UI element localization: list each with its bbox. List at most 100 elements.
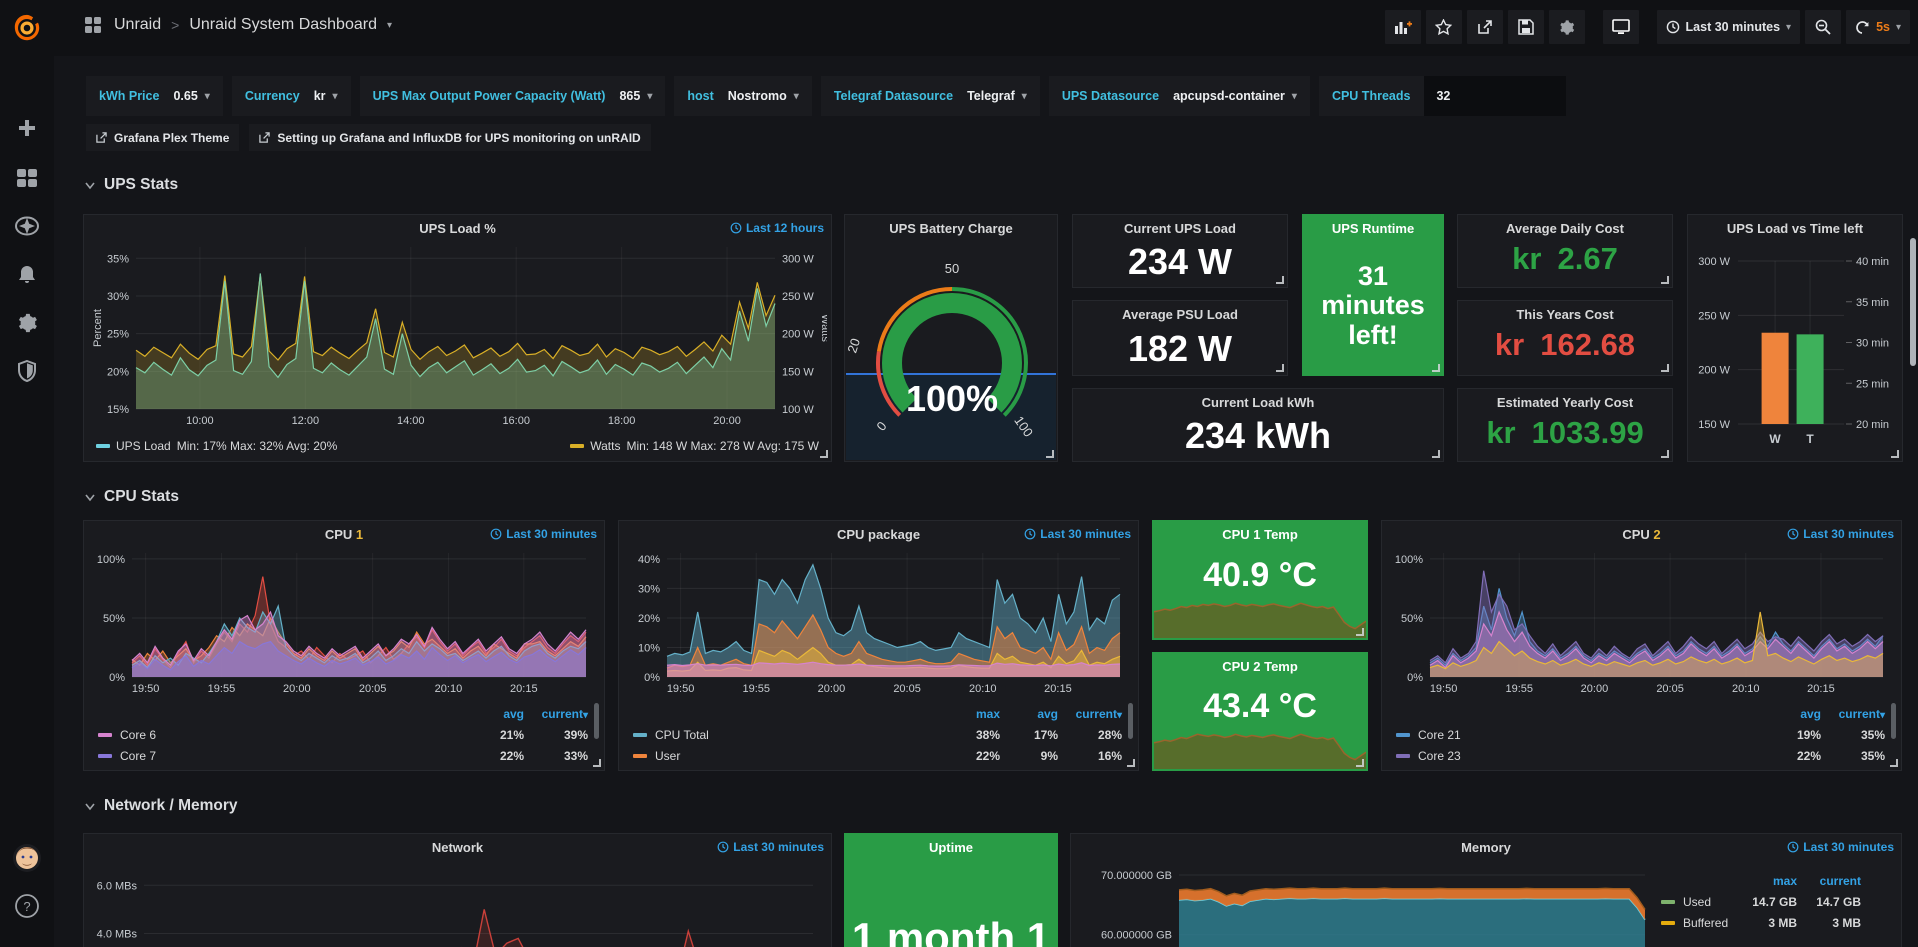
panel-time-override[interactable]: Last 12 hours [730,221,824,235]
legend-col-current[interactable]: current▾ [1821,707,1885,721]
panel-title[interactable]: CPU 1 Temp [1153,527,1367,542]
panel-title[interactable]: UPS Runtime [1303,221,1443,236]
explore-icon[interactable] [0,208,54,244]
server-admin-icon[interactable] [0,353,54,389]
legend-scrollbar[interactable] [1891,703,1896,739]
var-currency[interactable]: Currency kr▾ [232,76,351,116]
panel-title[interactable]: Average PSU Load [1073,307,1287,322]
cycle-view-button[interactable] [1603,10,1639,44]
battery-gauge[interactable]: 02050100100% [845,243,1059,438]
legend-col-max[interactable]: max [1733,874,1797,888]
section-cpu-stats[interactable]: CPU Stats [84,488,179,506]
stat-value: kr162.68 [1458,327,1672,371]
panel-time-override[interactable]: Last 30 minutes [1024,527,1131,541]
dashboards-icon[interactable] [0,160,54,196]
panel-time-override[interactable]: Last 30 minutes [717,840,824,854]
cpu1-chart[interactable]: 19:5019:5520:0020:0520:1020:15100%50%0% [88,545,600,697]
var-label: Telegraf Datasource [834,89,953,103]
user-avatar[interactable] [0,840,54,876]
title-caret-icon[interactable]: ▾ [387,20,392,31]
svg-text:50: 50 [945,261,959,276]
panel-title[interactable]: Average Daily Cost [1458,221,1672,236]
page-scrollbar[interactable] [1910,238,1916,366]
legend-swatch[interactable] [1396,733,1410,737]
cpu-package-chart[interactable]: 19:5019:5520:0020:0520:1020:1540%30%20%1… [623,545,1134,697]
legend-col-current[interactable]: current▾ [1058,707,1122,721]
var-host[interactable]: host Nostromo▾ [674,76,811,116]
panel-title[interactable]: UPS Battery Charge [845,221,1057,236]
link-ups-monitoring-guide[interactable]: Setting up Grafana and InfluxDB for UPS … [249,124,650,151]
time-range-picker[interactable]: Last 30 minutes ▾ [1657,10,1801,44]
legend-swatch[interactable] [1661,900,1675,904]
legend-scrollbar[interactable] [594,703,599,739]
link-grafana-plex-theme[interactable]: Grafana Plex Theme [86,124,239,151]
legend-col-avg[interactable]: avg [1763,707,1821,721]
cpu-threads-input[interactable]: 32 [1424,76,1566,116]
legend-series-name[interactable]: Watts [590,439,620,453]
ups-load-time-bars[interactable]: 300 W250 W200 W150 W40 min35 min30 min25… [1688,241,1902,461]
page-title[interactable]: Unraid System Dashboard [189,16,377,34]
dashboard-settings-button[interactable] [1549,10,1585,44]
svg-text:20%: 20% [107,366,129,378]
zoom-out-button[interactable] [1805,10,1841,44]
panel-time-override[interactable]: Last 30 minutes [490,527,597,541]
svg-text:150 W: 150 W [782,366,814,378]
external-link-icon [96,132,107,143]
legend-col-max[interactable]: max [942,707,1000,721]
panel-title[interactable]: UPS Load vs Time left [1688,221,1902,236]
memory-chart[interactable]: 70.000000 GB60.000000 GB50.000000 GB [1075,858,1655,947]
share-button[interactable] [1467,10,1503,44]
help-icon[interactable]: ? [0,888,54,924]
legend-series-name[interactable]: UPS Load [116,439,171,453]
panel-legend: maxcurrent Used14.7 GB14.7 GB Buffered3 … [1661,870,1861,933]
legend-col-avg[interactable]: avg [466,707,524,721]
legend-swatch[interactable] [570,444,584,448]
refresh-button[interactable]: 5s ▾ [1846,10,1910,44]
panel-time-override[interactable]: Last 30 minutes [1787,527,1894,541]
grafana-logo[interactable] [0,8,54,48]
svg-text:250 W: 250 W [1698,310,1730,322]
legend-swatch[interactable] [1661,921,1675,925]
legend-scrollbar[interactable] [1128,703,1133,739]
cpu2-chart[interactable]: 19:5019:5520:0020:0520:1020:15100%50%0% [1386,545,1897,697]
var-ups-datasource[interactable]: UPS Datasource apcupsd-container▾ [1049,76,1310,116]
svg-text:200 W: 200 W [782,329,814,341]
panel-title[interactable]: Current UPS Load [1073,221,1287,236]
var-kwh-price[interactable]: kWh Price 0.65▾ [86,76,223,116]
legend-col-current[interactable]: current [1797,874,1861,888]
alerting-icon[interactable] [0,257,54,293]
section-ups-stats[interactable]: UPS Stats [84,176,178,194]
save-button[interactable] [1508,10,1544,44]
dashboard-toolbar: Last 30 minutes ▾ 5s ▾ [1385,10,1910,44]
var-telegraf-datasource[interactable]: Telegraf Datasource Telegraf▾ [821,76,1040,116]
var-ups-max-power[interactable]: UPS Max Output Power Capacity (Watt) 865… [360,76,666,116]
legend-swatch[interactable] [633,754,647,758]
panel-title[interactable]: Uptime [845,840,1057,855]
panel-title[interactable]: Memory [1071,840,1901,855]
panel-title[interactable]: This Years Cost [1458,307,1672,322]
legend-swatch[interactable] [633,733,647,737]
add-panel-button[interactable] [1385,10,1421,44]
panel-title[interactable]: UPS Load % [84,221,831,236]
panel-title[interactable]: CPU 2 Temp [1153,659,1367,674]
dashboard-grid-icon[interactable] [82,14,104,36]
legend-swatch[interactable] [1396,754,1410,758]
star-button[interactable] [1426,10,1462,44]
panel-title[interactable]: Estimated Yearly Cost [1458,395,1672,410]
panel-title[interactable]: Current Load kWh [1073,395,1443,410]
panel-time-override[interactable]: Last 30 minutes [1787,840,1894,854]
ups-load-chart[interactable]: 10:0012:0014:0016:0018:0020:0035%30%25%2… [88,239,827,429]
plus-icon[interactable] [0,110,54,146]
legend-swatch[interactable] [98,733,112,737]
legend-col-avg[interactable]: avg [1000,707,1058,721]
breadcrumb-folder[interactable]: Unraid [114,16,161,34]
legend-swatch[interactable] [96,444,110,448]
network-chart[interactable]: 6.0 MBs4.0 MBs2.0 MBs [88,858,827,947]
legend-col-current[interactable]: current▾ [524,707,588,721]
configuration-icon[interactable] [0,305,54,341]
svg-text:10:00: 10:00 [186,415,214,427]
grafana-dashboard: Unraid > Unraid System Dashboard ▾ [0,0,1918,947]
svg-text:20:15: 20:15 [1044,683,1072,695]
legend-swatch[interactable] [98,754,112,758]
section-network-memory[interactable]: Network / Memory [84,797,238,815]
